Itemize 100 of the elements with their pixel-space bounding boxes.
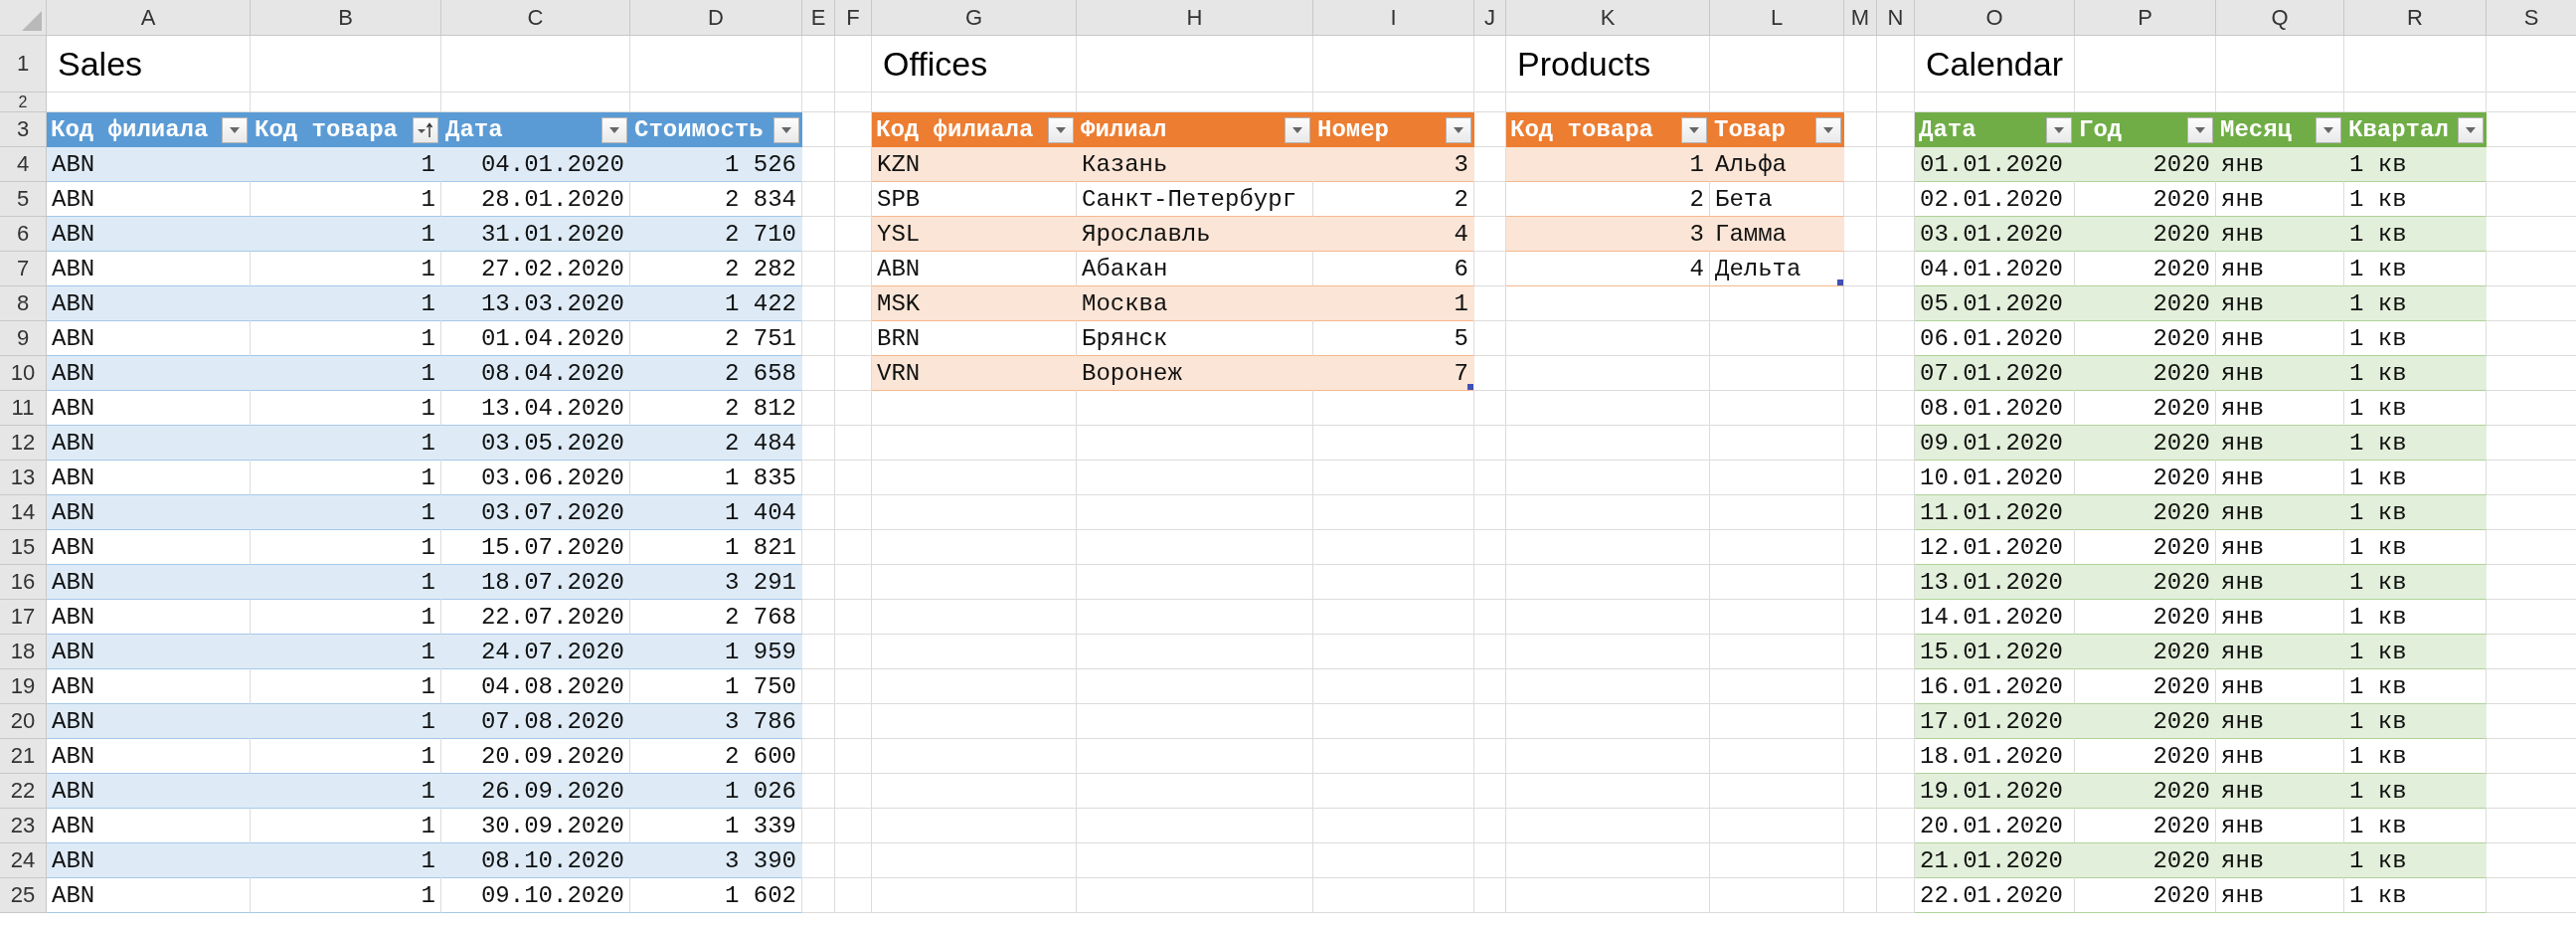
table-cell: 2020: [2075, 286, 2216, 321]
table-title: Products: [1516, 45, 1651, 84]
table-cell: 1 404: [630, 495, 802, 530]
filter-button[interactable]: [1815, 116, 1841, 143]
column-letter[interactable]: I: [1313, 0, 1474, 36]
table-cell: MSK: [872, 286, 1077, 321]
table-cell: 3: [1313, 147, 1474, 182]
filter-button[interactable]: [773, 116, 799, 143]
table-cell: 13.03.2020: [441, 286, 630, 321]
row-number[interactable]: 14: [0, 495, 47, 530]
resize-handle[interactable]: [1467, 384, 1473, 390]
column-letter[interactable]: R: [2344, 0, 2487, 36]
row-number[interactable]: 5: [0, 182, 47, 217]
table-cell: 2020: [2075, 565, 2216, 600]
row-number[interactable]: 4: [0, 147, 47, 182]
column-letter[interactable]: G: [872, 0, 1077, 36]
column-letter[interactable]: J: [1474, 0, 1506, 36]
row-number[interactable]: 17: [0, 600, 47, 635]
filter-button[interactable]: [2316, 116, 2341, 143]
filter-button[interactable]: [2187, 116, 2213, 143]
table-cell: 1 кв: [2344, 565, 2487, 600]
table-cell: 19.01.2020: [1915, 774, 2075, 809]
row-number[interactable]: 15: [0, 530, 47, 565]
row-number[interactable]: 25: [0, 878, 47, 913]
filter-button[interactable]: [1446, 116, 1471, 143]
column-letter[interactable]: H: [1077, 0, 1313, 36]
table-cell: 3 291: [630, 565, 802, 600]
column-letter[interactable]: E: [802, 0, 835, 36]
column-letter[interactable]: F: [835, 0, 872, 36]
row-number[interactable]: 7: [0, 252, 47, 286]
table-cell: 1: [251, 565, 441, 600]
column-letter[interactable]: N: [1877, 0, 1915, 36]
row-number[interactable]: 3: [0, 112, 47, 147]
table-cell: 08.04.2020: [441, 356, 630, 391]
table-cell: 04.01.2020: [441, 147, 630, 182]
column-letter[interactable]: C: [441, 0, 630, 36]
column-letter[interactable]: S: [2487, 0, 2576, 36]
row-number[interactable]: 10: [0, 356, 47, 391]
row-number[interactable]: 18: [0, 635, 47, 669]
table-cell: 1: [251, 704, 441, 739]
dropdown-arrow-icon: [1291, 125, 1303, 134]
column-letter[interactable]: B: [251, 0, 441, 36]
table-cell: 13.01.2020: [1915, 565, 2075, 600]
table-cell: 1 959: [630, 635, 802, 669]
column-letter[interactable]: D: [630, 0, 802, 36]
dropdown-arrow-icon: [2322, 125, 2334, 134]
row-number[interactable]: 16: [0, 565, 47, 600]
row-number[interactable]: 8: [0, 286, 47, 321]
table-cell: ABN: [47, 426, 251, 461]
filter-button[interactable]: [413, 116, 438, 143]
table-cell: 7: [1313, 356, 1474, 391]
table-cell: 1 526: [630, 147, 802, 182]
column-letter[interactable]: K: [1506, 0, 1710, 36]
table-cell: 1 кв: [2344, 495, 2487, 530]
table-cell: янв: [2216, 774, 2344, 809]
row-number[interactable]: 23: [0, 809, 47, 843]
row-number[interactable]: 21: [0, 739, 47, 774]
filter-button[interactable]: [1681, 116, 1707, 143]
column-letter[interactable]: M: [1844, 0, 1877, 36]
table-cell: 1 кв: [2344, 774, 2487, 809]
filter-button[interactable]: [2046, 116, 2072, 143]
table-cell: 3 786: [630, 704, 802, 739]
row-number[interactable]: 13: [0, 461, 47, 495]
table-cell: янв: [2216, 704, 2344, 739]
filter-button[interactable]: [601, 116, 627, 143]
column-letter[interactable]: A: [47, 0, 251, 36]
dropdown-arrow-icon: [780, 125, 792, 134]
table-cell: 1: [251, 774, 441, 809]
row-number[interactable]: 6: [0, 217, 47, 252]
row-number[interactable]: 9: [0, 321, 47, 356]
filter-button[interactable]: [1285, 116, 1310, 143]
row-number[interactable]: 24: [0, 843, 47, 878]
filter-button[interactable]: [2458, 116, 2484, 143]
column-letter[interactable]: O: [1915, 0, 2075, 36]
row-number[interactable]: 19: [0, 669, 47, 704]
table-cell: 11.01.2020: [1915, 495, 2075, 530]
table-cell: 2020: [2075, 426, 2216, 461]
row-number[interactable]: 20: [0, 704, 47, 739]
table-cell: янв: [2216, 217, 2344, 252]
table-cell: 2020: [2075, 217, 2216, 252]
row-number[interactable]: 11: [0, 391, 47, 426]
column-letter[interactable]: Q: [2216, 0, 2344, 36]
table-cell: 1 кв: [2344, 286, 2487, 321]
row-number[interactable]: 12: [0, 426, 47, 461]
row-number[interactable]: 1: [0, 36, 47, 93]
filter-button[interactable]: [222, 116, 248, 143]
column-letter[interactable]: P: [2075, 0, 2216, 36]
dropdown-arrow-icon: [1453, 125, 1464, 134]
table-cell: 05.01.2020: [1915, 286, 2075, 321]
row-number[interactable]: 2: [0, 93, 47, 112]
column-letter[interactable]: L: [1710, 0, 1844, 36]
row-number[interactable]: 22: [0, 774, 47, 809]
table-cell: 1 кв: [2344, 635, 2487, 669]
table-cell: 07.08.2020: [441, 704, 630, 739]
table-title: Sales: [57, 45, 143, 84]
resize-handle[interactable]: [1837, 279, 1843, 285]
filter-button[interactable]: [1048, 116, 1074, 143]
table-cell: ABN: [47, 356, 251, 391]
table-cell: 24.07.2020: [441, 635, 630, 669]
table-cell: 03.05.2020: [441, 426, 630, 461]
